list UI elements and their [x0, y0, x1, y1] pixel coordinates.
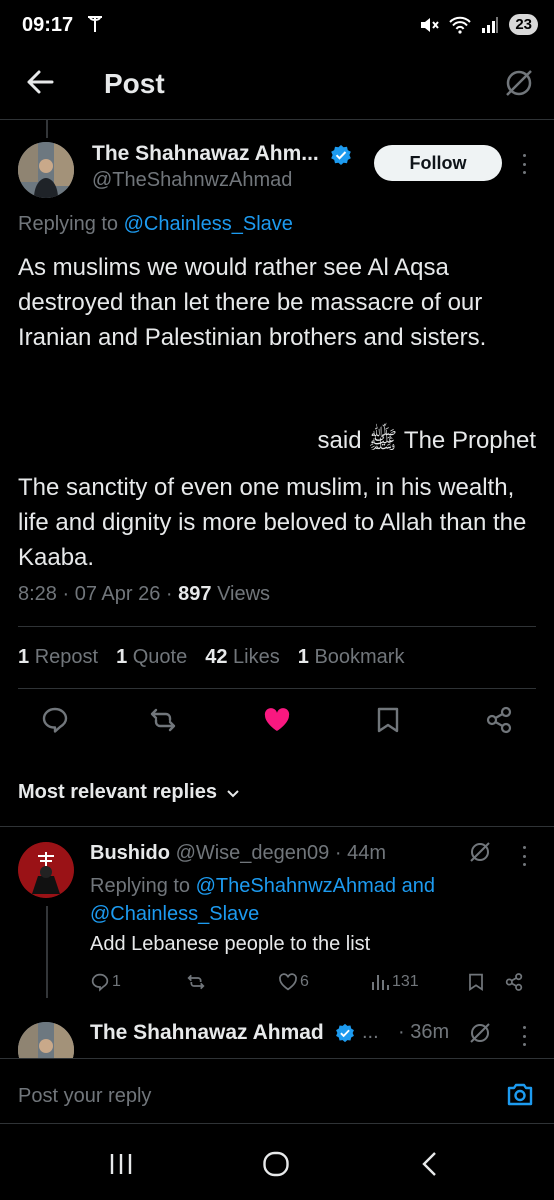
battery-indicator: 23	[509, 14, 538, 35]
replying-to-handle[interactable]: @Chainless_Slave	[124, 213, 293, 235]
reply-bookmark-button[interactable]	[466, 972, 486, 992]
carrier-icon	[86, 14, 104, 34]
status-time: 09:17	[22, 14, 74, 36]
bookmark-icon	[377, 707, 399, 733]
heart-icon	[279, 973, 297, 991]
camera-icon	[507, 1083, 533, 1106]
reply-share-button[interactable]	[504, 972, 524, 992]
replying-to-handle[interactable]: @TheShahnwzAhmad	[196, 875, 396, 897]
grok-button[interactable]	[502, 66, 536, 100]
post-meta: 8:28 · 07 Apr 26 · 897 Views	[18, 583, 271, 605]
share-button[interactable]	[484, 705, 514, 735]
reply-text: Add Lebanese people to the list	[90, 933, 371, 955]
reply-icon	[42, 707, 68, 733]
thread-line	[46, 120, 48, 138]
post-time[interactable]: 8:28	[18, 583, 57, 605]
wifi-icon	[449, 16, 472, 34]
heart-filled-icon	[264, 708, 290, 731]
views-icon	[372, 975, 389, 990]
reply-button[interactable]	[40, 705, 70, 735]
bookmarks-stat[interactable]: 1 Bookmark	[298, 646, 405, 669]
grok-icon	[506, 70, 532, 96]
post-more-icon[interactable]	[514, 152, 534, 176]
chevron-down-icon	[227, 789, 239, 797]
recent-apps-icon	[110, 1154, 132, 1174]
views-label: Views	[217, 583, 271, 605]
author-avatar[interactable]	[18, 142, 74, 198]
post-actions	[0, 705, 554, 749]
reply-age[interactable]: 44m	[347, 842, 386, 864]
reply-reply-button[interactable]: 1	[90, 972, 121, 992]
signal-icon	[482, 16, 499, 33]
repost-button[interactable]	[148, 705, 178, 735]
share-icon	[486, 706, 512, 734]
author-name[interactable]: The Shahnawaz Ahm...	[92, 142, 319, 166]
replying-to: Replying to @Chainless_Slave	[18, 213, 293, 236]
post-date[interactable]: 07 Apr 26	[75, 583, 161, 605]
divider	[18, 626, 536, 627]
reply-more-icon[interactable]	[514, 844, 534, 868]
follow-button[interactable]: Follow	[374, 145, 502, 181]
reply-more-icon[interactable]	[514, 1024, 534, 1048]
reply-age[interactable]: · 36m	[398, 1021, 449, 1044]
reply-author-name[interactable]: Bushido	[90, 842, 170, 864]
like-button[interactable]	[262, 705, 292, 735]
reply-sort-label: Most relevant replies	[18, 781, 217, 803]
reply-actions: 1 6 131	[90, 972, 530, 996]
top-bar: Post	[0, 52, 554, 120]
reply-like-button[interactable]: 6	[278, 972, 309, 992]
share-icon	[505, 973, 523, 991]
thread-line	[46, 906, 48, 998]
reply-input[interactable]: Post your reply	[18, 1085, 151, 1108]
repost-icon	[150, 708, 176, 732]
post-text-1: As muslims we would rather see Al Aqsa d…	[18, 254, 487, 351]
divider	[0, 826, 554, 827]
verified-badge-icon	[330, 144, 352, 166]
back-nav-button[interactable]	[420, 1151, 440, 1177]
replying-prefix: Replying to	[18, 213, 119, 235]
camera-button[interactable]	[506, 1081, 534, 1107]
mute-icon	[421, 17, 440, 32]
page-title: Post	[104, 68, 165, 99]
reply-composer[interactable]: Post your reply	[0, 1058, 554, 1124]
home-icon	[263, 1151, 289, 1177]
grok-button[interactable]	[468, 840, 492, 864]
likes-stat[interactable]: 42 Likes	[205, 646, 280, 669]
reply-header: The Shahnawaz Ahmad	[90, 1021, 324, 1045]
reply-author-name[interactable]: The Shahnawaz Ahmad	[90, 1021, 324, 1044]
name-ellipsis: ...	[362, 1021, 379, 1043]
reply-avatar[interactable]	[18, 842, 74, 898]
quotes-stat[interactable]: 1 Quote	[116, 646, 187, 669]
grok-icon	[470, 842, 490, 862]
grok-button[interactable]	[468, 1021, 492, 1045]
reply-replying-to: Replying to @TheShahnwzAhmad and @Chainl…	[90, 875, 435, 925]
recent-apps-button[interactable]	[108, 1152, 134, 1176]
grok-icon	[470, 1023, 490, 1043]
back-button[interactable]	[24, 66, 60, 102]
status-icons: 23	[419, 14, 538, 35]
status-bar: 09:17 23	[0, 0, 554, 52]
system-navigation-bar	[0, 1126, 554, 1200]
reply-views-button[interactable]: 131	[370, 972, 419, 992]
back-arrow-icon	[27, 70, 54, 94]
reply-author-handle[interactable]: @Wise_degen09	[176, 842, 330, 864]
author-handle[interactable]: @TheShahnwzAhmad	[92, 169, 292, 192]
bookmark-icon	[469, 973, 483, 991]
views-count: 897	[178, 583, 212, 605]
back-chevron-icon	[422, 1152, 436, 1176]
engagement-stats: 1 Repost 1 Quote 42 Likes 1 Bookmark	[18, 646, 404, 669]
reply-icon	[91, 973, 109, 992]
reply-sort-dropdown[interactable]: Most relevant replies	[18, 781, 241, 804]
post-text-2: The sanctity of even one muslim, in his …	[18, 474, 527, 571]
verified-badge-icon	[335, 1023, 355, 1043]
reply-header: Bushido @Wise_degen09 · 44m	[90, 842, 386, 864]
bookmark-button[interactable]	[373, 705, 403, 735]
replying-to-handle[interactable]: @Chainless_Slave	[90, 903, 259, 925]
reply-repost-button[interactable]	[186, 972, 206, 992]
reposts-stat[interactable]: 1 Repost	[18, 646, 98, 669]
divider	[18, 688, 536, 689]
repost-icon	[187, 974, 205, 990]
post-quote-line: said ﷺ The Prophet	[317, 427, 536, 454]
home-button[interactable]	[262, 1151, 290, 1177]
